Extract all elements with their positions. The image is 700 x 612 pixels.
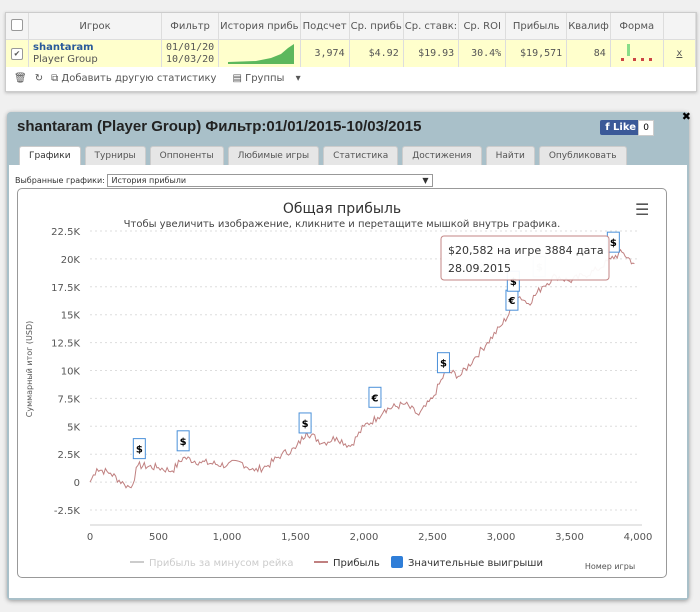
col-qual[interactable]: Квалиф — [566, 13, 611, 40]
form-chart — [610, 39, 664, 67]
chart-select[interactable]: История прибыли ▼ — [107, 174, 434, 187]
facebook-like-button[interactable]: f Like — [600, 120, 641, 135]
col-profit[interactable]: Прибыль — [505, 13, 568, 40]
col-filter[interactable]: Фильтр — [161, 13, 220, 40]
col-count[interactable]: Подсчет — [300, 13, 350, 40]
legend-bigwin: Значительные выигрыши — [408, 558, 543, 569]
avg-stake-value: $19.93 — [403, 39, 460, 67]
tooltip-line1: $20,582 на игре 3884 дата — [448, 244, 604, 257]
tab-publish[interactable]: Опубликовать — [538, 146, 627, 165]
chart-select-value: История прибыли — [111, 176, 187, 185]
tooltip-line2: 28.09.2015 — [448, 262, 511, 275]
x-tick-label: 0 — [87, 532, 93, 543]
avg-profit-value: $4.92 — [349, 39, 404, 67]
x-tick-label: 2,500 — [418, 532, 447, 543]
y-tick-label: 2.5K — [58, 450, 81, 461]
y-tick-label: 20K — [61, 255, 81, 266]
groups-label: Группы — [245, 73, 285, 84]
y-tick-label: 5K — [67, 422, 80, 433]
y-tick-label: 17.5K — [51, 283, 80, 294]
y-tick-label: 12.5K — [51, 339, 80, 350]
tab-find[interactable]: Найти — [485, 146, 535, 165]
x-tick-label: 2,000 — [350, 532, 379, 543]
select-all-checkbox[interactable] — [11, 18, 23, 31]
profit-sparkline — [218, 39, 301, 67]
tab-tournaments[interactable]: Турниры — [84, 146, 146, 165]
menu-icon: ☰ — [635, 200, 649, 219]
qual-value: 84 — [566, 39, 611, 67]
big-win-symbol: € — [370, 393, 378, 404]
player-window: shantaram (Player Group) Фильтр:01/01/20… — [7, 110, 691, 600]
x-tick-label: 3,000 — [487, 532, 516, 543]
y-axis-title: Суммарный итог (USD) — [25, 321, 34, 418]
player-group: Player Group — [33, 53, 98, 65]
legend-net: Прибыль за минусом рейка — [149, 558, 294, 569]
big-win-symbol: $ — [180, 437, 187, 448]
col-player[interactable]: Игрок — [28, 13, 162, 40]
x-axis-title: Номер игры — [585, 562, 635, 571]
col-avg-stake[interactable]: Ср. ставк: — [403, 13, 460, 40]
legend-profit: Прибыль — [333, 558, 380, 569]
filter-from: 01/01/20 — [166, 41, 215, 53]
big-win-symbol: $ — [610, 238, 617, 249]
tab-achievements[interactable]: Достижения — [402, 146, 482, 165]
legend-bigwin-swatch — [391, 556, 403, 568]
tab-favorite-games[interactable]: Любимые игры — [227, 146, 320, 165]
select-all-header[interactable] — [6, 13, 29, 40]
add-stat-button[interactable]: ⧉ Добавить другую статистику — [51, 73, 224, 84]
player-link[interactable]: shantaram — [33, 42, 157, 54]
like-label: Like — [613, 122, 636, 133]
profit-value: $19,571 — [505, 39, 568, 67]
y-tick-label: -2.5K — [54, 506, 81, 517]
chart-subtitle: Чтобы увеличить изображение, кликните и … — [124, 219, 561, 230]
col-history[interactable]: История прибь — [218, 13, 301, 40]
col-roi[interactable]: Ср. ROI — [458, 13, 507, 40]
count-value: 3,974 — [300, 39, 350, 67]
y-tick-label: 7.5K — [58, 394, 81, 405]
chart-title: Общая прибыль — [283, 201, 401, 217]
remove-row-button[interactable]: x — [663, 39, 697, 67]
tab-opponents[interactable]: Оппоненты — [149, 146, 224, 165]
y-tick-label: 22.5K — [51, 227, 80, 238]
big-win-symbol: € — [507, 296, 515, 307]
window-title: shantaram (Player Group) Фильтр:01/01/20… — [17, 118, 422, 135]
y-tick-label: 15K — [61, 311, 81, 322]
x-tick-label: 4,000 — [624, 532, 653, 543]
table-row: ✔ shantaram Player Group 01/01/20 10/03/20… — [6, 39, 697, 67]
like-count: 0 — [638, 120, 654, 136]
col-form[interactable]: Форма — [610, 13, 664, 40]
tab-statistics[interactable]: Статистика — [323, 146, 399, 165]
row-checkbox[interactable]: ✔ — [11, 47, 23, 60]
profit-line — [89, 248, 635, 489]
add-stat-label: Добавить другую статистику — [61, 73, 217, 84]
big-win-symbol: $ — [302, 419, 309, 430]
y-tick-label: 10K — [61, 367, 81, 378]
stats-table-panel: Игрок Фильтр История прибь Подсчет Ср. п… — [5, 12, 697, 92]
tab-charts[interactable]: Графики — [19, 146, 81, 165]
close-icon[interactable]: ✖ — [682, 110, 691, 123]
x-tick-label: 1,500 — [281, 532, 310, 543]
profit-chart[interactable]: Общая прибыль Чтобы увеличить изображение… — [17, 188, 667, 578]
big-win-symbol: $ — [136, 445, 143, 456]
trash-icon[interactable]: 🗑 — [14, 73, 27, 84]
refresh-icon[interactable]: ↻ — [35, 73, 43, 84]
roi-value: 30.4% — [458, 39, 507, 67]
dropdown-arrow-icon: ▼ — [422, 176, 429, 185]
filter-to: 10/03/20 — [166, 53, 215, 65]
x-tick-label: 3,500 — [555, 532, 584, 543]
big-win-symbol: $ — [440, 359, 447, 370]
y-tick-label: 0 — [74, 478, 80, 489]
groups-button[interactable]: ▤ Группы ▾ — [232, 73, 300, 84]
col-avg-profit[interactable]: Ср. прибь — [349, 13, 404, 40]
x-tick-label: 500 — [149, 532, 168, 543]
x-tick-label: 1,000 — [213, 532, 242, 543]
chart-select-label: Выбранные графики: — [15, 176, 105, 185]
